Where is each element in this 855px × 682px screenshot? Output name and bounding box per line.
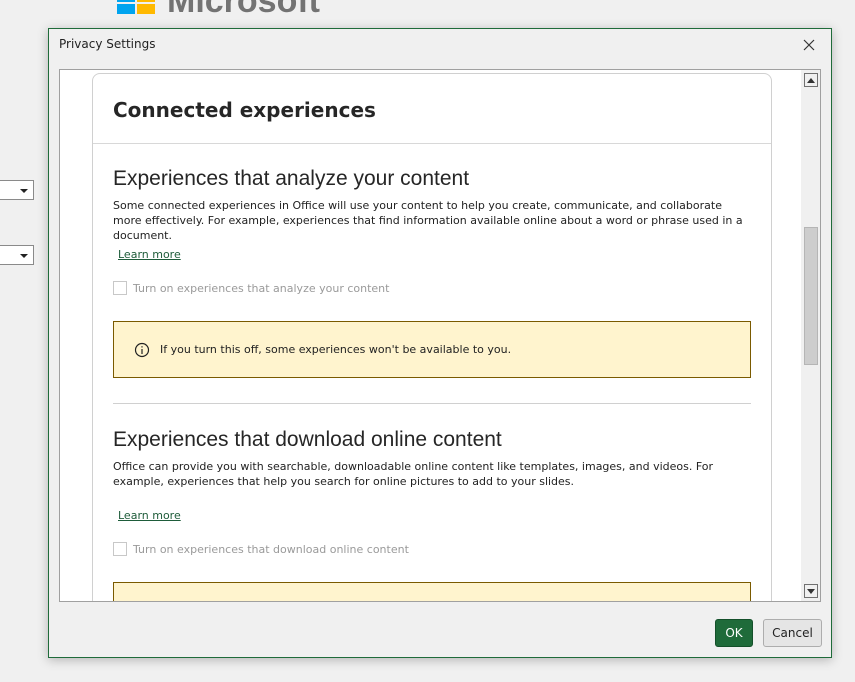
connected-experiences-card: Connected experiences Experiences that a…	[92, 73, 772, 601]
card-title: Connected experiences	[113, 98, 376, 122]
download-content-checkbox-row[interactable]: Turn on experiences that download online…	[113, 542, 409, 556]
section-heading: Experiences that download online content	[113, 428, 502, 451]
settings-scroll-area[interactable]: Connected experiences Experiences that a…	[60, 70, 801, 601]
chevron-down-icon	[20, 189, 28, 193]
section-description: Some connected experiences in Office wil…	[113, 199, 743, 242]
chevron-down-icon	[20, 254, 28, 258]
analyze-content-checkbox[interactable]	[113, 281, 127, 295]
info-icon	[134, 342, 150, 358]
scroll-up-button[interactable]	[804, 73, 818, 87]
microsoft-logo-icon	[117, 0, 157, 14]
section-description: Office can provide you with searchable, …	[113, 460, 714, 488]
scrollbar-thumb[interactable]	[804, 227, 818, 365]
close-icon	[803, 39, 815, 51]
ok-button[interactable]: OK	[715, 619, 753, 647]
settings-content-frame: Connected experiences Experiences that a…	[59, 69, 821, 602]
cancel-button[interactable]: Cancel	[763, 619, 822, 647]
learn-more-link[interactable]: Learn more	[118, 509, 181, 522]
checkbox-label: Turn on experiences that analyze your co…	[133, 281, 390, 295]
learn-more-link[interactable]: Learn more	[118, 248, 181, 261]
arrow-down-icon	[807, 588, 815, 594]
background-dropdown-1[interactable]	[0, 180, 34, 200]
arrow-up-icon	[807, 77, 815, 83]
dialog-title: Privacy Settings	[59, 37, 156, 51]
vertical-scrollbar[interactable]	[801, 70, 820, 601]
warning-banner: If you turn this off, some experiences w…	[113, 321, 751, 378]
warning-banner-partial	[113, 582, 751, 601]
background-dropdown-2[interactable]	[0, 245, 34, 265]
microsoft-logo-text: Microsoft	[167, 0, 320, 14]
microsoft-logo: Microsoft	[117, 0, 320, 14]
privacy-settings-dialog: Privacy Settings Connected experiences E…	[48, 28, 832, 658]
close-button[interactable]	[795, 33, 823, 57]
analyze-content-checkbox-row[interactable]: Turn on experiences that analyze your co…	[113, 281, 389, 295]
warning-text: If you turn this off, some experiences w…	[160, 343, 512, 356]
download-content-checkbox[interactable]	[113, 542, 127, 556]
scroll-down-button[interactable]	[804, 584, 818, 598]
card-header: Connected experiences	[93, 74, 771, 144]
section-divider	[113, 403, 751, 404]
checkbox-label: Turn on experiences that download online…	[133, 542, 409, 556]
section-heading: Experiences that analyze your content	[113, 167, 470, 190]
dialog-titlebar: Privacy Settings	[49, 29, 831, 61]
